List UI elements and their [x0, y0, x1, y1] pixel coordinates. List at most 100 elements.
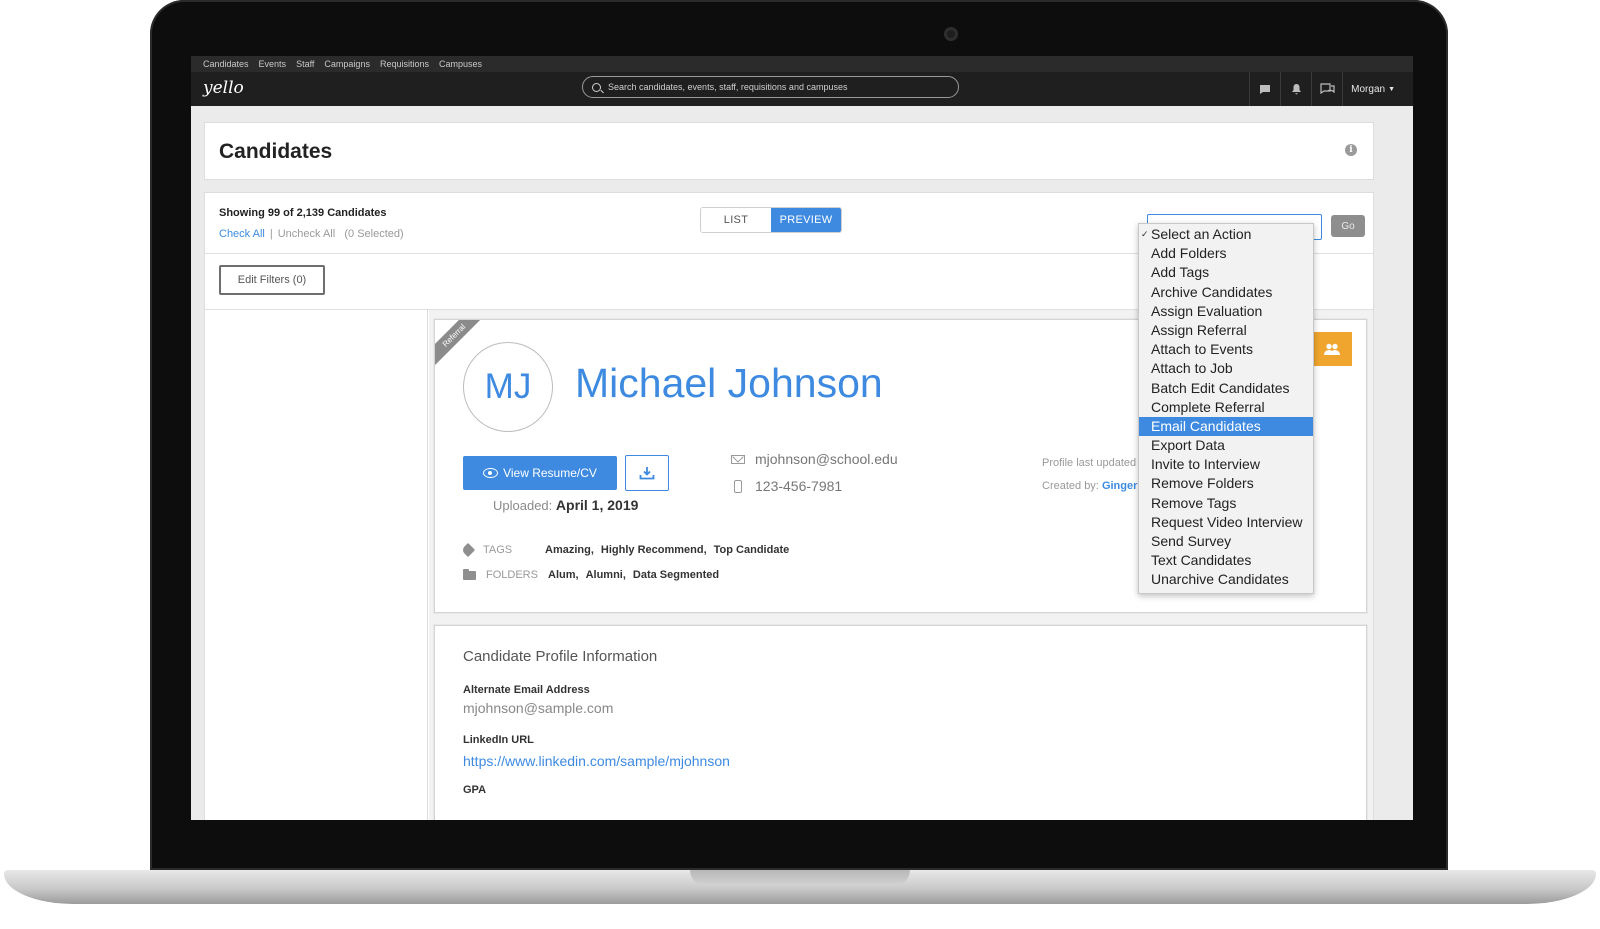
- action-option[interactable]: Text Candidates: [1139, 551, 1313, 570]
- title-panel: Candidates i: [204, 122, 1374, 180]
- profile-updated: Profile last updated: [1042, 457, 1137, 469]
- folders-label: FOLDERS: [486, 569, 538, 581]
- action-option[interactable]: Assign Referral: [1139, 321, 1313, 340]
- app-bar: yello Search candidates, events, staff, …: [191, 72, 1413, 106]
- action-option-label: Attach to Job: [1151, 360, 1233, 377]
- logo[interactable]: yello: [203, 78, 244, 98]
- separator: |: [269, 228, 273, 240]
- nav-requisitions[interactable]: Requisitions: [380, 59, 429, 69]
- users-icon: [1324, 343, 1340, 355]
- info-icon[interactable]: i: [1345, 144, 1357, 156]
- view-resume-label: View Resume/CV: [503, 466, 597, 480]
- bell-icon[interactable]: [1280, 72, 1311, 106]
- action-dropdown: ✓ Select an Action Add Folders Add Tags Arch…: [1138, 223, 1314, 594]
- uploaded-info: Uploaded: April 1, 2019: [493, 497, 638, 513]
- tag-item: Highly Recommend,: [600, 544, 707, 556]
- action-option[interactable]: Remove Folders: [1139, 474, 1313, 493]
- action-option[interactable]: Attach to Job: [1139, 359, 1313, 378]
- uploaded-date: April 1, 2019: [555, 497, 639, 513]
- action-option[interactable]: Attach to Events: [1139, 340, 1313, 359]
- created-by: Created by: Ginger: [1042, 480, 1137, 492]
- action-option-label: Text Candidates: [1151, 552, 1252, 569]
- chat-icon[interactable]: [1249, 72, 1280, 106]
- created-by-user[interactable]: Ginger: [1102, 480, 1137, 492]
- candidate-phone: 123-456-7981: [755, 478, 843, 494]
- avatar: MJ: [463, 342, 553, 432]
- alt-email-label: Alternate Email Address: [463, 684, 590, 696]
- top-nav: Candidates Events Staff Campaigns Requis…: [191, 56, 1413, 72]
- folder-icon: [463, 568, 476, 580]
- uncheck-all-link[interactable]: Uncheck All: [278, 228, 335, 240]
- action-option[interactable]: Batch Edit Candidates: [1139, 379, 1313, 398]
- nav-campuses[interactable]: Campuses: [439, 59, 482, 69]
- user-menu[interactable]: Morgan ▼: [1342, 72, 1395, 106]
- folders-row: FOLDERS Alum, Alumni, Data Segmented: [463, 568, 726, 581]
- action-option-label: Attach to Events: [1151, 341, 1253, 358]
- candidate-name: Michael Johnson: [575, 360, 883, 406]
- selection-controls: Check All | Uncheck All (0 Selected): [219, 228, 404, 240]
- eye-icon: [483, 468, 499, 478]
- action-option-label: Add Tags: [1151, 264, 1210, 281]
- go-button[interactable]: Go: [1331, 215, 1365, 237]
- action-option-label: Assign Referral: [1151, 321, 1247, 338]
- gpa-label: GPA: [463, 784, 487, 796]
- action-option[interactable]: Remove Tags: [1139, 494, 1313, 513]
- action-option[interactable]: ✓ Select an Action: [1139, 225, 1313, 244]
- global-search[interactable]: Search candidates, events, staff, requis…: [582, 76, 959, 98]
- action-option-label: Export Data: [1151, 437, 1225, 454]
- linkedin-link[interactable]: https://www.linkedin.com/sample/mjohnson: [463, 753, 730, 769]
- folder-item: Data Segmented: [632, 569, 720, 581]
- profile-info-card: Candidate Profile Information Alternate …: [433, 624, 1368, 820]
- tags-label: TAGS: [483, 544, 513, 556]
- action-option-label: Request Video Interview: [1151, 513, 1303, 530]
- showing-count: Showing 99 of 2,139 Candidates: [219, 207, 387, 219]
- phone-icon: [734, 479, 742, 493]
- download-icon: [639, 467, 655, 480]
- action-option[interactable]: Archive Candidates: [1139, 283, 1313, 302]
- action-option[interactable]: Export Data: [1139, 436, 1313, 455]
- action-option-label: Send Survey: [1151, 533, 1232, 549]
- action-option[interactable]: Add Folders: [1139, 244, 1313, 263]
- nav-staff[interactable]: Staff: [296, 59, 314, 69]
- action-option[interactable]: Email Candidates: [1139, 416, 1313, 437]
- action-option[interactable]: Invite to Interview: [1139, 455, 1313, 474]
- action-option[interactable]: Send Survey: [1139, 532, 1313, 551]
- action-option[interactable]: Complete Referral: [1139, 398, 1313, 417]
- action-option[interactable]: Unarchive Candidates: [1139, 570, 1313, 589]
- uploaded-label: Uploaded:: [493, 498, 553, 513]
- tag-item: Top Candidate: [713, 544, 790, 556]
- search-icon: [592, 82, 601, 92]
- action-option-label: Archive Candidates: [1151, 283, 1273, 300]
- candidate-email[interactable]: mjohnson@school.edu: [755, 451, 898, 467]
- profile-info-title: Candidate Profile Information: [463, 648, 658, 665]
- help-icon[interactable]: [1311, 72, 1342, 106]
- alt-email-value: mjohnson@sample.com: [463, 700, 614, 716]
- preview-view-button[interactable]: PREVIEW: [771, 208, 841, 232]
- action-option[interactable]: Assign Evaluation: [1139, 302, 1313, 321]
- email-row: mjohnson@school.edu: [731, 451, 898, 467]
- action-option-label: Email Candidates: [1151, 417, 1261, 434]
- download-button[interactable]: [625, 455, 669, 491]
- view-resume-button[interactable]: View Resume/CV: [463, 456, 617, 490]
- selected-count: (0 Selected): [344, 228, 404, 240]
- action-option-label: Assign Evaluation: [1151, 302, 1263, 319]
- list-view-button[interactable]: LIST: [701, 208, 771, 232]
- tag-icon: [460, 542, 476, 558]
- tags-list: Amazing, Highly Recommend, Top Candidate: [545, 544, 796, 556]
- nav-events[interactable]: Events: [259, 59, 287, 69]
- edit-filters-button[interactable]: Edit Filters (0): [219, 265, 325, 295]
- nav-candidates[interactable]: Candidates: [203, 59, 249, 69]
- group-button[interactable]: [1312, 332, 1352, 366]
- action-option[interactable]: Request Video Interview: [1139, 513, 1313, 532]
- action-option-label: Add Folders: [1151, 245, 1227, 262]
- camera-icon: [944, 27, 958, 41]
- nav-campaigns[interactable]: Campaigns: [324, 59, 370, 69]
- linkedin-label: LinkedIn URL: [463, 734, 534, 746]
- action-option[interactable]: Add Tags: [1139, 263, 1313, 282]
- page-title: Candidates: [219, 140, 333, 163]
- laptop-notch: [690, 870, 910, 886]
- check-all-link[interactable]: Check All: [219, 228, 265, 240]
- action-option-label: Unarchive Candidates: [1151, 571, 1289, 588]
- chevron-down-icon: ▼: [1388, 85, 1395, 93]
- tag-item: Amazing,: [545, 544, 594, 556]
